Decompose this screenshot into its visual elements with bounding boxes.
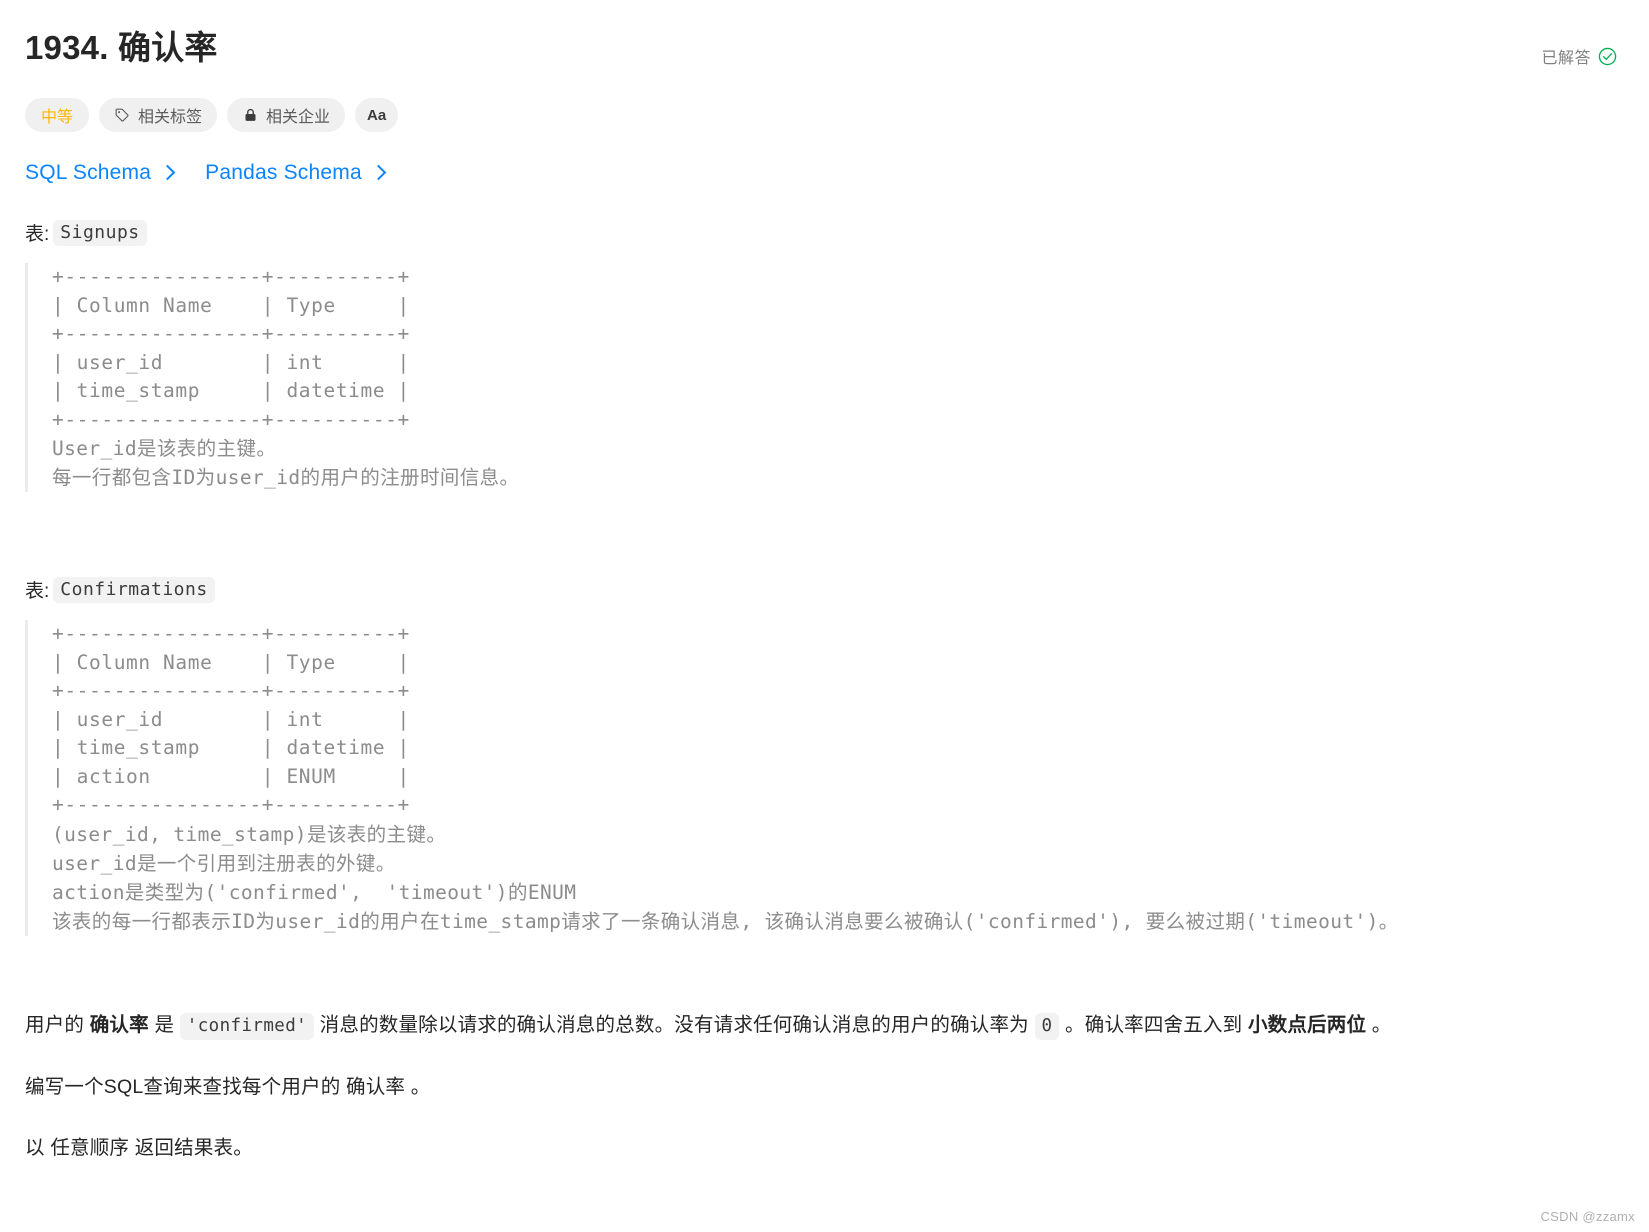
ascii-schema-table: +----------------+----------+ | Column N… <box>52 265 410 431</box>
related-companies-label: 相关企业 <box>266 109 331 126</box>
pandas-schema-label: Pandas Schema <box>205 161 362 184</box>
ascii-schema-table: +----------------+----------+ | Column N… <box>52 622 410 816</box>
desc-text: 。 <box>1366 1013 1392 1036</box>
difficulty-badge[interactable]: 中等 <box>25 98 90 132</box>
lock-icon <box>242 107 258 123</box>
font-size-button[interactable]: Aa <box>355 98 399 132</box>
related-tags-button[interactable]: 相关标签 <box>99 98 218 132</box>
problem-page: 1934. 确认率 已解答 中等 相关标签 相关企业 Aa SQL Schema… <box>0 0 1649 1232</box>
difficulty-label: 中等 <box>41 109 74 126</box>
inline-code-zero: 0 <box>1034 1012 1060 1040</box>
table-name: Signups <box>53 219 147 246</box>
related-companies-button[interactable]: 相关企业 <box>227 98 346 132</box>
related-tags-label: 相关标签 <box>138 109 203 126</box>
table-caption: 表: Confirmations <box>25 576 1625 603</box>
chevron-right-icon <box>370 164 387 181</box>
signups-schema-block: +----------------+----------+ | Column N… <box>25 263 1625 492</box>
desc-text: 。确认率四舍五入到 <box>1059 1013 1248 1036</box>
header: 1934. 确认率 已解答 <box>24 26 1625 70</box>
signups-table-section: 表: Signups +----------------+----------+… <box>24 219 1625 492</box>
watermark: CSDN @zzamx <box>1540 1209 1635 1224</box>
font-size-label: Aa <box>367 106 387 124</box>
table-caption-prefix: 表: <box>25 224 50 245</box>
desc-text: 用户的 <box>25 1013 90 1036</box>
check-circle-icon <box>1598 47 1617 66</box>
schema-notes: User_id是该表的主键。 每一行都包含ID为user_id的用户的注册时间信… <box>52 437 520 489</box>
chevron-right-icon <box>159 164 176 181</box>
pandas-schema-link[interactable]: Pandas Schema <box>205 161 387 185</box>
inline-code-confirmed: 'confirmed' <box>179 1012 315 1040</box>
page-title: 1934. 确认率 <box>25 29 218 66</box>
desc-strong-confirmation-rate: 确认率 <box>89 1013 149 1036</box>
tag-icon <box>114 107 130 123</box>
description-paragraph-2: 编写一个SQL查询来查找每个用户的 确认率 。 <box>25 1075 431 1098</box>
meta-pill-row: 中等 相关标签 相关企业 Aa <box>24 98 1625 132</box>
sql-schema-link[interactable]: SQL Schema <box>25 161 176 185</box>
desc-text: 消息的数量除以请求的确认消息的总数。没有请求任何确认消息的用户的确认率为 <box>314 1013 1035 1036</box>
description-paragraph-1: 用户的 确认率 是 'confirmed' 消息的数量除以请求的确认消息的总数。… <box>25 1010 1625 1041</box>
confirmations-schema-block: +----------------+----------+ | Column N… <box>25 620 1625 936</box>
schema-links: SQL Schema Pandas Schema <box>24 161 1625 185</box>
desc-text: 是 <box>148 1013 180 1036</box>
desc-strong-two-decimals: 小数点后两位 <box>1247 1013 1367 1036</box>
table-caption-prefix: 表: <box>25 581 50 602</box>
schema-notes: (user_id, time_stamp)是该表的主键。 user_id是一个引… <box>52 822 1399 933</box>
confirmations-table-section: 表: Confirmations +----------------+-----… <box>24 576 1625 936</box>
solved-label: 已解答 <box>1541 50 1591 67</box>
description-paragraph-3: 以 任意顺序 返回结果表。 <box>25 1136 253 1159</box>
table-caption: 表: Signups <box>25 219 1625 246</box>
description: 用户的 确认率 是 'confirmed' 消息的数量除以请求的确认消息的总数。… <box>24 1010 1625 1163</box>
status-badge: 已解答 <box>1541 44 1617 68</box>
sql-schema-label: SQL Schema <box>25 161 152 184</box>
table-name: Confirmations <box>53 576 215 603</box>
